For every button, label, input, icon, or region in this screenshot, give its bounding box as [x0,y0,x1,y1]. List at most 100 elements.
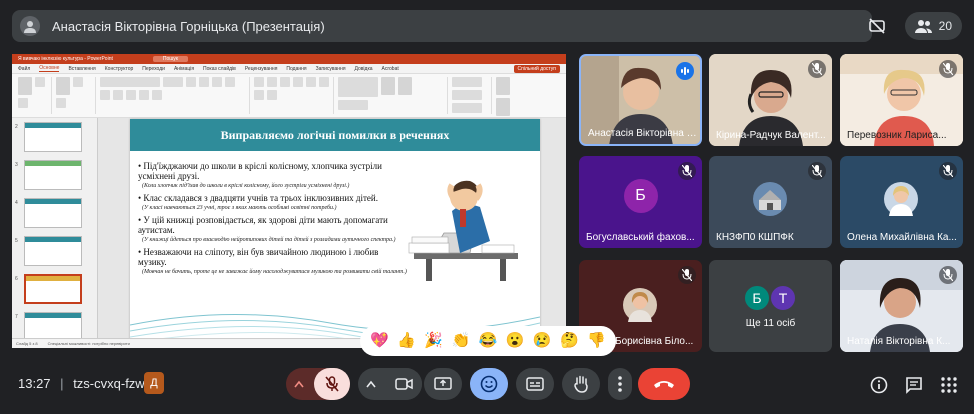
muted-indicator [808,162,826,180]
participant-name: Богуславський фахов... [586,232,695,243]
activities-button[interactable] [938,374,960,396]
ppt-tab[interactable]: Acrobat [382,66,399,72]
emoji-icon [480,375,498,393]
ppt-tab[interactable]: Записування [316,66,346,72]
meeting-code-badge[interactable]: Д [144,372,164,394]
participant-tile[interactable]: Перевозник Лариса... [840,54,963,146]
slide-thumb[interactable] [24,160,82,190]
thumb-number: 4 [15,200,18,206]
chat-button[interactable] [903,374,925,396]
hide-self-view-button[interactable] [863,12,891,40]
overflow-avatar: Т [769,284,797,312]
ppt-tab[interactable]: Рецензування [245,66,278,72]
participant-photo [884,182,918,216]
captions-button[interactable] [516,368,554,400]
participant-photo [623,288,657,322]
status-accessibility: Спеціальні можливості: потрібно перевіри… [47,341,130,346]
participant-tile[interactable]: Олена Михайлівна Ка... [840,156,963,248]
slide-note: (У класі навчаються 23 учні, троє з яких… [142,205,337,211]
muted-indicator [678,266,696,284]
participant-tile[interactable]: Б Богуславський фахов... [579,156,702,248]
slide-thumb[interactable] [24,236,82,266]
participant-tile[interactable]: Наталія Вікторівна К... [840,260,963,352]
reactions-button[interactable] [470,368,508,400]
participant-tile[interactable]: КНЗФП0 КШПФК [709,156,832,248]
reaction-tears-of-joy[interactable]: 😂 [478,331,498,351]
participant-photo [753,182,787,216]
slide-thumb-selected[interactable] [24,274,82,304]
ppt-workspace: 2 3 4 5 6 7 Виправляємо логічні помилки … [12,118,566,345]
ppt-search[interactable]: Пошук [152,56,188,62]
raise-hand-button[interactable] [562,368,600,400]
slide-note: (Мовчан не бачить, проте це не заважає й… [142,269,407,275]
speaking-indicator [676,62,694,80]
leave-call-button[interactable] [638,368,690,400]
muted-indicator [678,162,696,180]
present-button[interactable] [424,368,462,400]
camera-toggle-button[interactable] [386,368,422,400]
stressed-man-illustration [408,180,518,281]
mic-toggle-button[interactable] [314,368,350,400]
ppt-tab[interactable]: Основне [39,65,60,72]
participant-name: Перевозник Лариса... [847,130,947,141]
slide-thumb[interactable] [24,198,82,228]
participant-count: 20 [938,19,952,33]
camera-control-group [358,368,422,400]
muted-indicator [939,266,957,284]
slide-bullet: Клас складався з двадцяти учнів та трьох… [138,193,408,203]
ppt-tab[interactable]: Довідка [355,66,373,72]
ppt-tab[interactable]: Конструктор [105,66,134,72]
overflow-avatar: Б [743,284,771,312]
separator: | [60,376,64,391]
participant-tile[interactable]: Анастасія Вікторівна Г... [579,54,702,146]
ribbon-addins [496,77,530,116]
mic-off-icon [325,376,339,392]
ppt-tab[interactable]: Переходи [142,66,165,72]
mic-off-icon [943,165,953,177]
reaction-thumbs-up[interactable]: 👍 [397,331,417,351]
chat-icon [906,377,922,394]
current-time: 13:27 [18,376,51,391]
mic-options-button[interactable] [286,368,312,400]
ppt-tab[interactable]: Анімація [174,66,194,72]
meet-window: Анастасія Вікторівна Горніцька (Презента… [0,0,974,414]
slide-text: Під'їжджаючи до школи в кріслі колісному… [138,159,408,279]
current-slide: Виправляємо логічні помилки в реченнях П… [130,119,540,345]
reaction-surprised[interactable]: 😮 [505,331,525,351]
ribbon-editing [452,77,492,114]
ppt-window-title: Я вивчаю інклюзію культура - PowerPoint [18,56,113,62]
participants-overflow-tile[interactable]: Б Т Ще 11 осіб [709,260,832,352]
mic-off-icon [943,63,953,75]
ppt-titlebar: Я вивчаю інклюзію культура - PowerPoint … [12,54,566,64]
reaction-thumbs-down[interactable]: 👎 [586,331,606,351]
ppt-tab[interactable]: Файл [18,66,30,72]
more-options-button[interactable] [608,368,632,400]
thumb-number: 6 [15,276,18,282]
top-right-controls: 20 [863,12,962,40]
muted-indicator [939,60,957,78]
participant-name: Кірина-Радчук Валент... [716,130,826,141]
meeting-details-button[interactable] [868,374,890,396]
muted-indicator [939,162,957,180]
ppt-tab[interactable]: Показ слайдів [203,66,236,72]
present-screen-icon [434,377,452,390]
participants-button[interactable]: 20 [904,12,962,40]
reaction-party-popper[interactable]: 🎉 [424,331,444,351]
hide-tile-icon [868,18,885,34]
participant-avatar: Б [623,179,658,214]
ppt-tab[interactable]: Вставлення [68,66,95,72]
ppt-share-button[interactable]: Спільний доступ [513,64,560,73]
reaction-clapping[interactable]: 👏 [451,331,471,351]
reaction-sparkling-heart[interactable]: 💖 [370,331,390,351]
ppt-tab[interactable]: Подання [286,66,306,72]
reactions-bar: 💖 👍 🎉 👏 😂 😮 😢 🤔 👎 [360,326,616,356]
slide-title: Виправляємо логічні помилки в реченнях [130,119,540,151]
participant-tile[interactable]: Кірина-Радчук Валент... [709,54,832,146]
camera-options-button[interactable] [358,368,384,400]
chevron-up-icon [366,380,376,388]
ribbon-clipboard [18,77,52,114]
reaction-crying[interactable]: 😢 [532,331,552,351]
slide-thumb[interactable] [24,122,82,152]
meeting-code: tzs-cvxq-fzw [73,376,145,391]
reaction-thinking[interactable]: 🤔 [559,331,579,351]
